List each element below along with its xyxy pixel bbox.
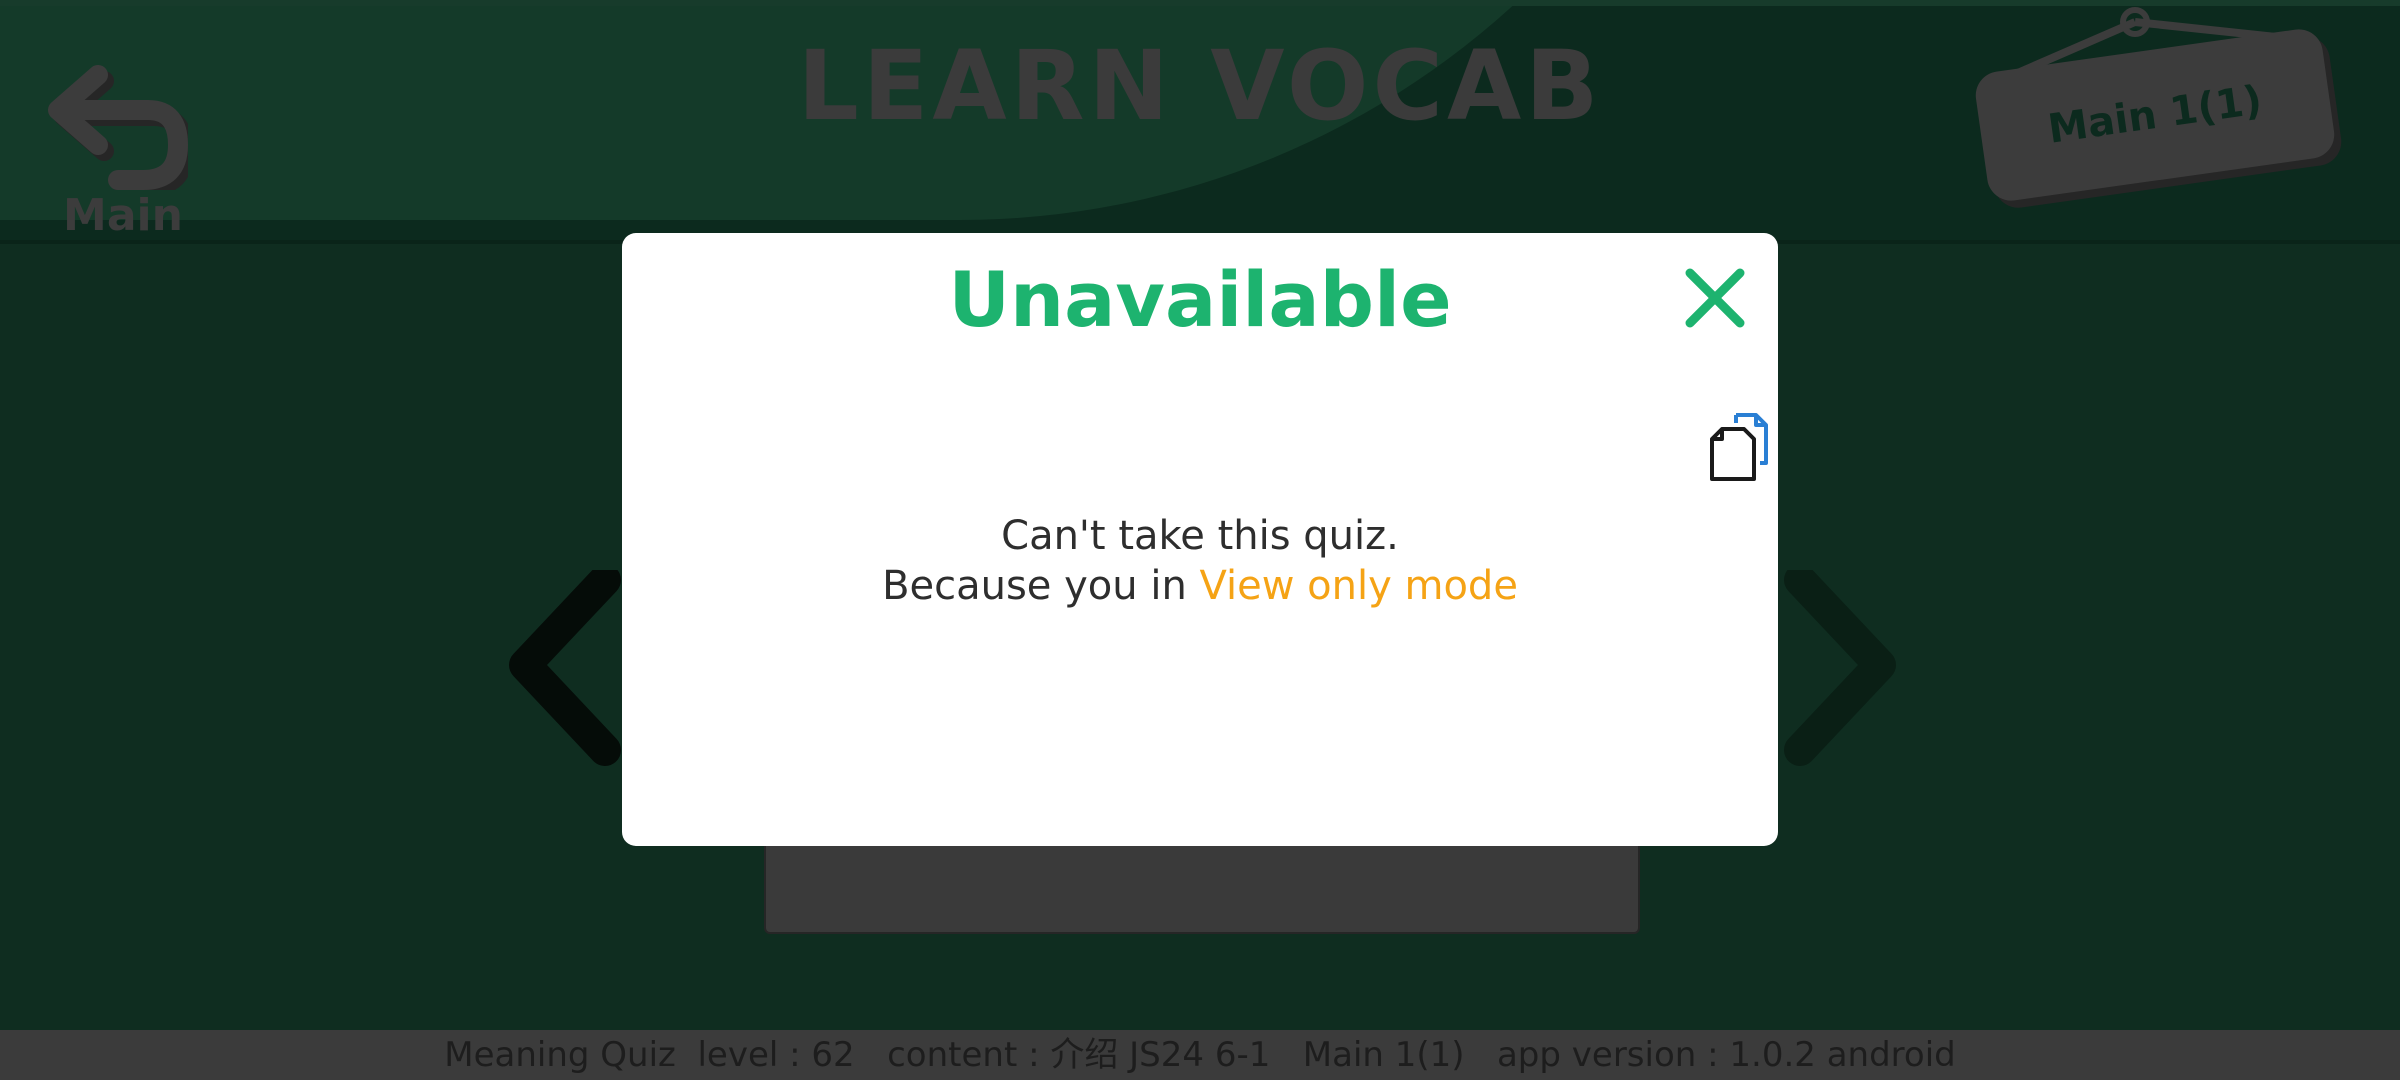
learn-vocab-screen: Main LEARN VOCAB Main 1(1) Meaning Quiz …	[0, 0, 2400, 1080]
copy-button[interactable]	[1708, 411, 1772, 483]
message-line-1: Can't take this quiz.	[1001, 513, 1399, 559]
close-button[interactable]	[1682, 265, 1748, 331]
view-only-mode-highlight: View only mode	[1199, 563, 1518, 609]
dialog-title: Unavailable	[948, 255, 1452, 344]
copy-document-icon	[1710, 413, 1768, 481]
unavailable-dialog: Unavailable Can't take this quiz. Becaus…	[622, 233, 1778, 846]
close-icon	[1685, 268, 1745, 328]
message-line-2-prefix: Because you in	[882, 563, 1200, 609]
message-line-2: Because you in View only mode	[622, 561, 1778, 611]
dialog-message: Can't take this quiz. Because you in Vie…	[622, 511, 1778, 611]
